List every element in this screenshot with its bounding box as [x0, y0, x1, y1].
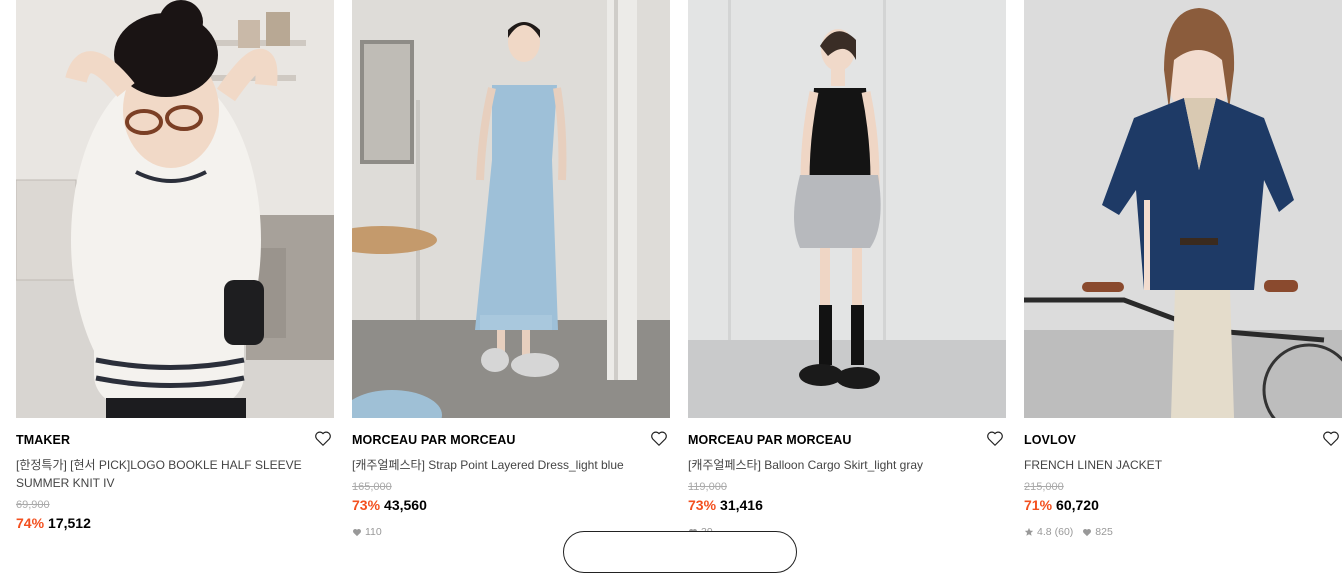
sale-price: 31,416 — [720, 497, 763, 513]
product-card[interactable]: MORCEAU PAR MORCEAU [캐주얼페스타] Balloon Car… — [688, 0, 1006, 542]
heart-outline-icon[interactable] — [650, 430, 668, 447]
discount-rate: 71% — [1024, 497, 1053, 513]
product-title[interactable]: FRENCH LINEN JACKET — [1024, 456, 1324, 474]
sale-price: 43,560 — [384, 497, 427, 513]
product-image[interactable] — [1024, 0, 1342, 418]
product-brand[interactable]: LOVLOV — [1024, 433, 1076, 447]
price-line: 73% 31,416 — [688, 497, 763, 513]
heart-filled-icon — [353, 528, 361, 536]
rating-value: 4.8 — [1037, 526, 1052, 538]
product-brand[interactable]: MORCEAU PAR MORCEAU — [352, 433, 515, 447]
product-card[interactable]: MORCEAU PAR MORCEAU [캐주얼페스타] Strap Point… — [352, 0, 670, 542]
heart-filled-icon — [1083, 528, 1092, 536]
original-price: 69,900 — [16, 499, 50, 511]
original-price: 119,000 — [688, 481, 727, 493]
like-count: 110 — [352, 526, 382, 538]
discount-rate: 74% — [16, 515, 45, 531]
product-title[interactable]: [캐주얼페스타] Balloon Cargo Skirt_light gray — [688, 456, 988, 474]
product-brand[interactable]: MORCEAU PAR MORCEAU — [688, 433, 851, 447]
product-title[interactable]: [캐주얼페스타] Strap Point Layered Dress_light… — [352, 456, 652, 474]
heart-outline-icon[interactable] — [1322, 430, 1340, 447]
price-line: 73% 43,560 — [352, 497, 427, 513]
product-title[interactable]: [한정특가] [현서 PICK]LOGO BOOKLE HALF SLEEVE … — [16, 456, 316, 492]
original-price: 165,000 — [352, 481, 392, 493]
review-count: (60) — [1054, 526, 1074, 538]
heart-outline-icon[interactable] — [986, 430, 1004, 447]
discount-rate: 73% — [352, 497, 381, 513]
product-card[interactable]: LOVLOV FRENCH LINEN JACKET 215,000 71% 60… — [1024, 0, 1342, 542]
like-count: 825 — [1095, 526, 1113, 538]
product-grid: TMAKER [한정특가] [현서 PICK]LOGO BOOKLE HALF … — [0, 0, 1342, 573]
product-image[interactable] — [352, 0, 670, 418]
product-image[interactable] — [688, 0, 1006, 418]
product-card[interactable]: TMAKER [한정특가] [현서 PICK]LOGO BOOKLE HALF … — [16, 0, 334, 542]
heart-outline-icon[interactable] — [314, 430, 332, 447]
star-icon — [1024, 527, 1034, 536]
price-line: 71% 60,720 — [1024, 497, 1099, 513]
sale-price: 17,512 — [48, 515, 91, 531]
rating-and-likes: 4.8 (60) 825 — [1024, 526, 1113, 538]
price-line: 74% 17,512 — [16, 515, 91, 531]
load-more-button[interactable] — [563, 531, 797, 573]
product-brand[interactable]: TMAKER — [16, 433, 70, 447]
sale-price: 60,720 — [1056, 497, 1099, 513]
product-image[interactable] — [16, 0, 334, 418]
original-price: 215,000 — [1024, 481, 1064, 493]
discount-rate: 73% — [688, 497, 717, 513]
